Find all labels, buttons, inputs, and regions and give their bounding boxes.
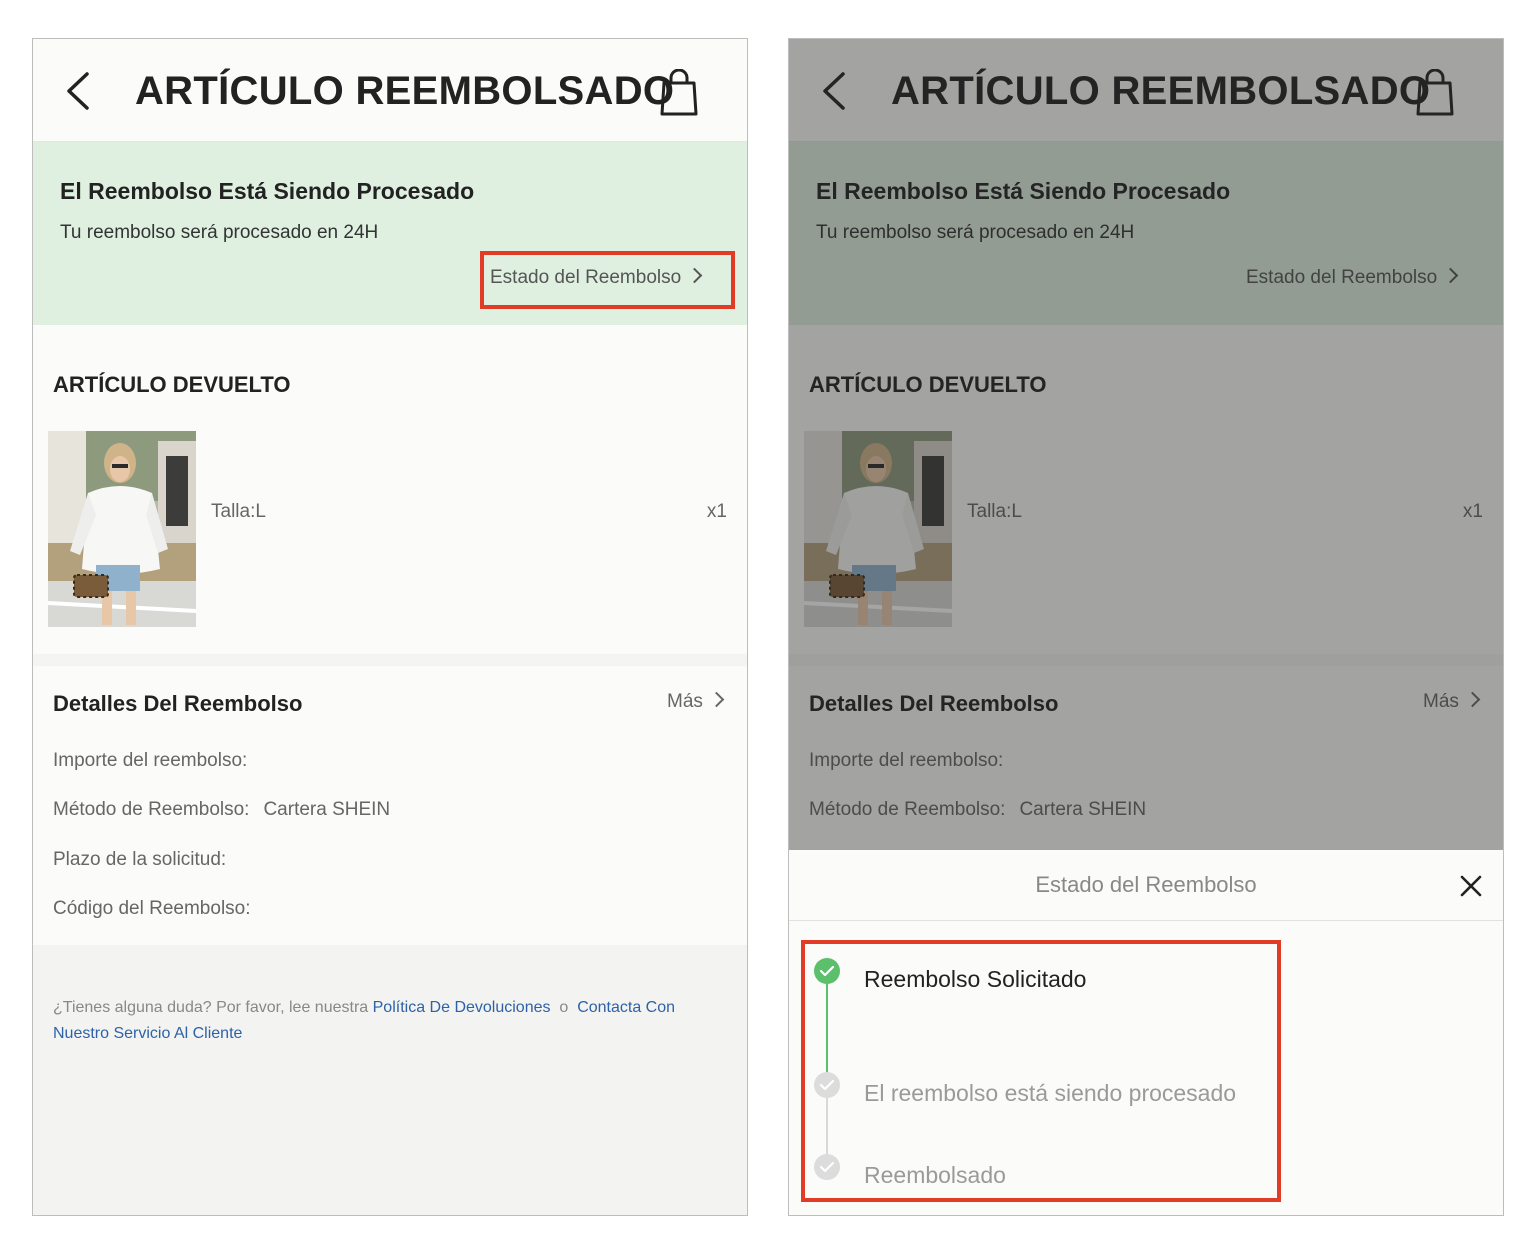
refund-status-sheet: Estado del Reembolso Reembolso Solicitad… bbox=[789, 850, 1503, 1215]
screen-refund-status-sheet: ARTÍCULO REEMBOLSADO El Reembolso Está S… bbox=[788, 38, 1504, 1216]
highlight-box bbox=[801, 940, 1281, 1202]
item-quantity: x1 bbox=[706, 501, 727, 522]
help-question: ¿Tienes alguna duda? Por favor, lee nues… bbox=[53, 999, 369, 1016]
close-icon[interactable] bbox=[1459, 874, 1483, 898]
request-deadline-row: Plazo de la solicitud: bbox=[53, 849, 226, 871]
top-bar: ARTÍCULO REEMBOLSADO bbox=[33, 39, 747, 142]
help-or: o bbox=[559, 999, 569, 1016]
screen-refund-item: ARTÍCULO REEMBOLSADO El Reembolso Está S… bbox=[32, 38, 748, 1216]
refund-code-label: Código del Reembolso: bbox=[53, 898, 251, 919]
back-arrow-icon[interactable] bbox=[63, 71, 93, 111]
request-deadline-label: Plazo de la solicitud: bbox=[53, 849, 227, 870]
banner-subtitle: Tu reembolso será procesado en 24H bbox=[60, 222, 379, 243]
refund-method-value: Cartera SHEIN bbox=[263, 799, 391, 820]
refund-method-label: Método de Reembolso: bbox=[53, 799, 250, 820]
highlight-box bbox=[480, 251, 735, 309]
returned-item-title: ARTÍCULO DEVUELTO bbox=[53, 372, 291, 397]
page-title: ARTÍCULO REEMBOLSADO bbox=[135, 69, 675, 113]
item-size: Talla:L bbox=[211, 501, 266, 522]
refund-method-row: Método de Reembolso: Cartera SHEIN bbox=[53, 799, 390, 821]
sheet-header: Estado del Reembolso bbox=[789, 850, 1503, 921]
divider bbox=[33, 654, 747, 666]
contact-link-line1[interactable]: Contacta Con bbox=[577, 999, 675, 1016]
return-policy-link[interactable]: Política De Devoluciones bbox=[373, 999, 551, 1016]
more-link-label: Más bbox=[667, 691, 703, 712]
refund-details-title: Detalles Del Reembolso bbox=[53, 691, 303, 716]
shopping-bag-icon[interactable] bbox=[659, 69, 699, 117]
refund-code-row: Código del Reembolso: bbox=[53, 898, 251, 920]
more-link[interactable]: Más bbox=[667, 691, 725, 713]
banner-title: El Reembolso Está Siendo Procesado bbox=[60, 178, 475, 204]
product-image[interactable] bbox=[48, 431, 196, 627]
chevron-right-icon bbox=[708, 691, 725, 708]
sheet-title: Estado del Reembolso bbox=[1035, 872, 1257, 897]
modal-backdrop[interactable] bbox=[789, 39, 1503, 850]
help-footer: ¿Tienes alguna duda? Por favor, lee nues… bbox=[33, 945, 747, 1215]
help-text: ¿Tienes alguna duda? Por favor, lee nues… bbox=[53, 995, 733, 1047]
refund-amount-row: Importe del reembolso: bbox=[53, 750, 247, 772]
refund-amount-label: Importe del reembolso: bbox=[53, 750, 248, 771]
contact-link-line2[interactable]: Nuestro Servicio Al Cliente bbox=[53, 1025, 242, 1042]
